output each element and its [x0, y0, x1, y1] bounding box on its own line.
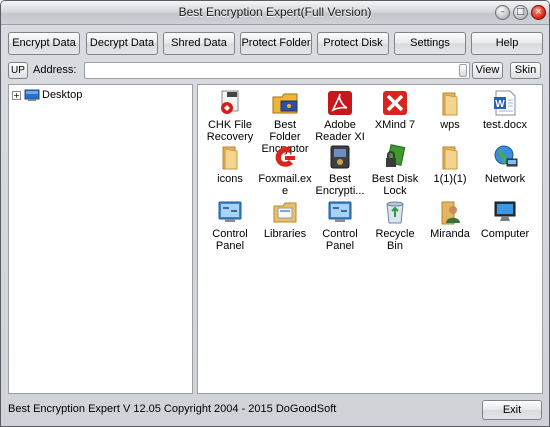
file-item[interactable]: Miranda [422, 198, 478, 240]
main-toolbar: Encrypt Data Decrypt Data Shred Data Pro… [8, 32, 543, 56]
window-title: Best Encryption Expert(Full Version) [178, 5, 372, 19]
shred-data-button[interactable]: Shred Data [163, 32, 235, 55]
file-label: Best Disk Lock [371, 173, 419, 197]
disk-lock-icon [386, 144, 406, 167]
minimize-button[interactable]: – [495, 5, 510, 20]
file-item[interactable]: Libraries [257, 198, 313, 240]
maximize-icon: □ [516, 7, 525, 17]
control-panel-icon [218, 201, 242, 222]
control-panel-icon [328, 201, 352, 222]
network-icon [494, 145, 518, 167]
skin-button[interactable]: Skin [510, 62, 541, 79]
tree-expander-plus[interactable]: + [12, 91, 21, 100]
protect-disk-button[interactable]: Protect Disk [317, 32, 389, 55]
svg-text:W: W [495, 99, 505, 110]
file-item[interactable]: Adobe Reader XI [312, 89, 368, 143]
file-item[interactable]: XMind 7 [367, 89, 423, 131]
folder-icon [442, 146, 458, 170]
close-button[interactable]: × [531, 5, 546, 20]
word-document-icon: W [494, 90, 516, 116]
file-item[interactable]: CHK File Recovery [202, 89, 258, 143]
address-dropdown-handle[interactable] [459, 64, 467, 77]
file-label: Libraries [263, 228, 307, 240]
folder-icon [442, 92, 458, 116]
file-item[interactable]: Best Encrypti... [312, 143, 368, 197]
folder-icon [222, 146, 238, 170]
file-item[interactable]: icons [202, 143, 258, 185]
up-button[interactable]: UP [8, 62, 28, 79]
file-item[interactable]: Best Disk Lock [367, 143, 423, 197]
maximize-button[interactable]: □ [513, 5, 528, 20]
exit-button[interactable]: Exit [482, 400, 542, 420]
file-label: icons [217, 173, 243, 185]
file-item[interactable]: 1(1)(1) [422, 143, 478, 185]
encrypt-data-button[interactable]: Encrypt Data [8, 32, 80, 55]
file-label: Foxmail.exe [258, 173, 312, 197]
file-label: Miranda [430, 228, 470, 240]
file-item[interactable]: W test.docx [477, 89, 533, 131]
app-window: Best Encryption Expert(Full Version) – □… [0, 0, 550, 427]
file-item[interactable]: wps [422, 89, 478, 131]
close-icon: × [534, 7, 543, 17]
chk-recovery-icon [221, 90, 239, 114]
protect-folder-button[interactable]: Protect Folder [240, 32, 312, 55]
computer-icon [494, 201, 516, 221]
file-label: Best Encrypti... [315, 173, 365, 197]
folder-encryptor-icon [272, 93, 298, 114]
file-label: CHK File Recovery [206, 119, 254, 143]
file-label: 1(1)(1) [433, 173, 467, 185]
file-label: Control Panel [212, 228, 248, 252]
file-label: XMind 7 [374, 119, 416, 131]
decrypt-data-button[interactable]: Decrypt Data [86, 32, 158, 55]
file-item[interactable]: Network [477, 143, 533, 185]
encryption-expert-icon [330, 145, 350, 169]
settings-button[interactable]: Settings [394, 32, 466, 55]
folder-tree[interactable]: + Desktop [8, 84, 193, 394]
file-label: test.docx [482, 119, 528, 131]
foxmail-icon [275, 146, 295, 167]
file-label: Recycle Bin [375, 228, 415, 252]
file-item[interactable]: Control Panel [312, 198, 368, 252]
file-item[interactable]: Foxmail.exe [257, 143, 313, 197]
user-folder-icon [441, 201, 460, 225]
file-item[interactable]: Recycle Bin [367, 198, 423, 252]
file-label: Computer [480, 228, 530, 240]
xmind-icon [383, 91, 407, 115]
file-label: Control Panel [322, 228, 358, 252]
help-button[interactable]: Help [471, 32, 543, 55]
file-label: wps [440, 119, 460, 131]
file-item[interactable]: Computer [477, 198, 533, 240]
tree-item-label: Desktop [42, 89, 83, 101]
view-button[interactable]: View [472, 62, 503, 79]
file-label: Network [484, 173, 526, 185]
file-view[interactable]: CHK File Recovery Best Folder Encryptor … [197, 84, 543, 394]
file-label: Adobe Reader XI [315, 119, 365, 143]
address-row: UP Address: View Skin [8, 62, 542, 82]
status-text: Best Encryption Expert V 12.05 Copyright… [8, 403, 337, 415]
adobe-reader-icon [328, 91, 352, 115]
title-bar[interactable]: Best Encryption Expert(Full Version) – □… [1, 1, 549, 25]
address-label: Address: [33, 64, 77, 76]
file-item[interactable]: Control Panel [202, 198, 258, 252]
address-input[interactable] [84, 62, 470, 79]
minimize-icon: – [500, 7, 505, 17]
recycle-bin-icon [386, 201, 404, 224]
libraries-icon [273, 202, 297, 223]
desktop-icon [24, 89, 40, 101]
